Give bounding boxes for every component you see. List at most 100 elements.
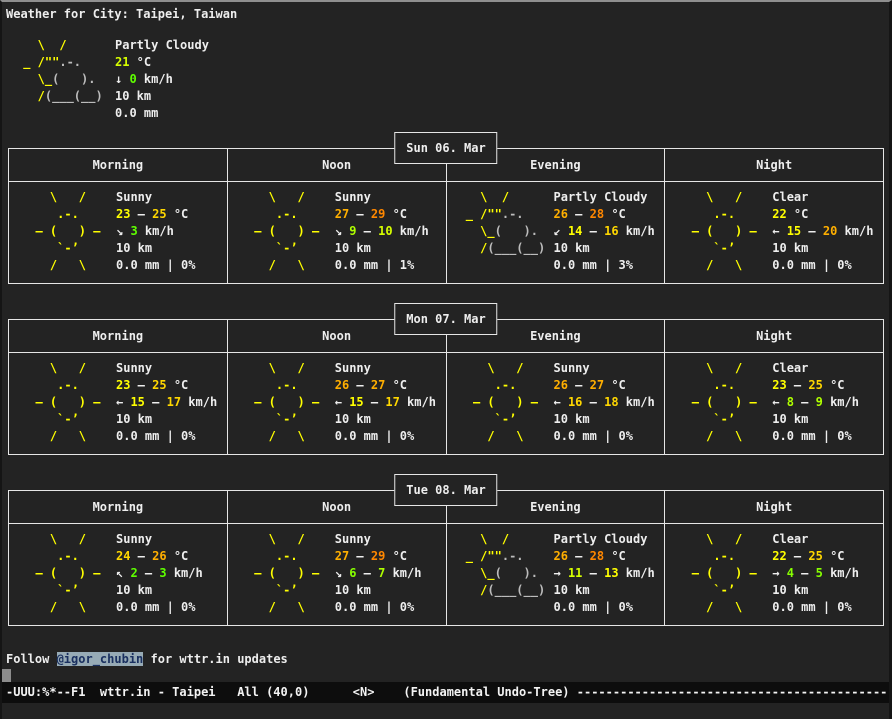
visibility-value: 10 km [335, 582, 422, 599]
forecast-cell: \ / .-. – ( ) – `-’ / \ Sunny 26 – 27 °C… [447, 353, 666, 454]
temp-min: 26 [554, 549, 568, 563]
temp-max: 29 [371, 207, 385, 221]
page-title: Weather for City: Taipei, Taiwan [2, 2, 889, 23]
sun-art: \ / .-. – ( ) – `-’ / \ [240, 189, 319, 274]
temp-min: 23 [116, 207, 130, 221]
temp-sep: – [130, 207, 152, 221]
wind-unit: km/h [619, 224, 655, 238]
temperature-value: 21 °C [115, 54, 209, 71]
wind-arrow-icon: ↖ [116, 566, 130, 580]
temp-unit: °C [385, 378, 407, 392]
date-label: Mon 07. Mar [394, 303, 497, 335]
wind-unit: km/h [385, 566, 421, 580]
visibility-value: 10 km [116, 411, 217, 428]
temp-sep: – [568, 549, 590, 563]
wind-min: 15 [349, 395, 363, 409]
wind-unit: km/h [837, 224, 873, 238]
temp-min: 24 [116, 549, 130, 563]
forecast-table-day1: Sun 06. Mar Morning Noon Evening Night \… [8, 148, 884, 284]
column-header-night: Night [665, 149, 883, 181]
wind-unit: km/h [823, 566, 859, 580]
visibility-value: 10 km [554, 582, 655, 599]
wind-value: ← 16 – 18 km/h [554, 394, 655, 411]
visibility-value: 10 km [116, 240, 195, 257]
column-header-morning: Morning [9, 149, 228, 181]
forecast-table-day3: Tue 08. Mar Morning Noon Evening Night \… [8, 490, 884, 626]
temp-min: 26 [554, 207, 568, 221]
emacs-modeline[interactable]: -UUU:%*--F1 wttr.in - Taipei All (40,0) … [2, 682, 889, 703]
wind-unit: km/h [181, 395, 217, 409]
forecast-cell: \ / .-. – ( ) – `-’ / \ Sunny 23 – 25 °C… [9, 353, 228, 454]
visibility-value: 10 km [554, 411, 655, 428]
temperature-value: 26 – 27 °C [335, 377, 436, 394]
condition-label: Partly Cloudy [115, 37, 209, 54]
temp-unit: °C [167, 207, 189, 221]
temp-min: 27 [335, 549, 349, 563]
temp-unit: °C [604, 549, 626, 563]
wind-arrow-icon: → [772, 566, 786, 580]
current-conditions: \ / _ /"" \_ / .-. ( ). (___(__) Partly … [2, 37, 889, 122]
temp-max: 25 [808, 378, 822, 392]
condition-label: Sunny [335, 189, 429, 206]
wind-max: 9 [816, 395, 823, 409]
visibility-value: 10 km [335, 240, 429, 257]
column-header-morning: Morning [9, 320, 228, 352]
cloud-art: .-. ( ). (___(__) [459, 531, 546, 599]
temperature-value: 27 – 29 °C [335, 206, 429, 223]
temperature-value: 23 – 25 °C [116, 206, 195, 223]
temp-min: 23 [772, 378, 786, 392]
sun-art: \ / .-. – ( ) – `-’ / \ [677, 531, 756, 616]
wind-unit: km/h [619, 395, 655, 409]
wind-value: ↖ 2 – 3 km/h [116, 565, 203, 582]
wind-max: 13 [604, 566, 618, 580]
visibility-value: 10 km [115, 88, 209, 105]
date-label: Tue 08. Mar [394, 474, 497, 506]
temp-sep: – [130, 549, 152, 563]
visibility-value: 10 km [335, 411, 436, 428]
precipitation-value: 0.0 mm [115, 105, 209, 122]
wind-min: 16 [568, 395, 582, 409]
temp-sep: – [349, 549, 371, 563]
wind-sep: – [582, 395, 604, 409]
date-label: Sun 06. Mar [394, 132, 497, 164]
temperature-value: 22 – 25 °C [772, 548, 859, 565]
wind-sep: – [138, 566, 160, 580]
wind-value: ↙ 14 – 16 km/h [554, 223, 655, 240]
wind-value: ↘ 9 – 10 km/h [335, 223, 429, 240]
wind-value: → 4 – 5 km/h [772, 565, 859, 582]
forecast-cell: \ / _ /"" \_ / .-. ( ). (___(__) Partly … [447, 524, 666, 625]
temp-sep: – [349, 207, 371, 221]
wind-value: ↘ 3 km/h [116, 223, 195, 240]
precipitation-value: 0.0 mm | 3% [554, 257, 655, 274]
visibility-value: 10 km [772, 411, 859, 428]
temp-sep: – [787, 549, 809, 563]
temp-min: 27 [335, 207, 349, 221]
forecast-cell: \ / .-. – ( ) – `-’ / \ Sunny 24 – 26 °C… [9, 524, 228, 625]
wind-min: 11 [568, 566, 582, 580]
wind-arrow-icon: ↘ [335, 224, 349, 238]
wind-arrow-icon: ↘ [335, 566, 349, 580]
condition-label: Sunny [116, 531, 203, 548]
temp-unit: °C [167, 378, 189, 392]
temp-unit: °C [385, 549, 407, 563]
condition-label: Partly Cloudy [554, 531, 655, 548]
temperature-value: 24 – 26 °C [116, 548, 203, 565]
sun-art: \ / .-. – ( ) – `-’ / \ [21, 531, 100, 616]
visibility-value: 10 km [772, 240, 873, 257]
twitter-handle-link[interactable]: @igor_chubin [57, 652, 144, 666]
wind-value: → 11 – 13 km/h [554, 565, 655, 582]
precipitation-value: 0.0 mm | 1% [335, 257, 429, 274]
wind-min: 14 [568, 224, 582, 238]
wind-sep: – [356, 224, 378, 238]
wind-sep: – [582, 224, 604, 238]
temp-min: 26 [554, 378, 568, 392]
wind-arrow-icon: → [554, 566, 568, 580]
condition-label: Sunny [116, 189, 195, 206]
temp-max: 27 [371, 378, 385, 392]
wind-min: 15 [130, 395, 144, 409]
wind-unit: km/h [393, 224, 429, 238]
condition-label: Sunny [554, 360, 655, 377]
visibility-value: 10 km [772, 582, 859, 599]
wind-min: 8 [787, 395, 794, 409]
precipitation-value: 0.0 mm | 0% [772, 428, 859, 445]
